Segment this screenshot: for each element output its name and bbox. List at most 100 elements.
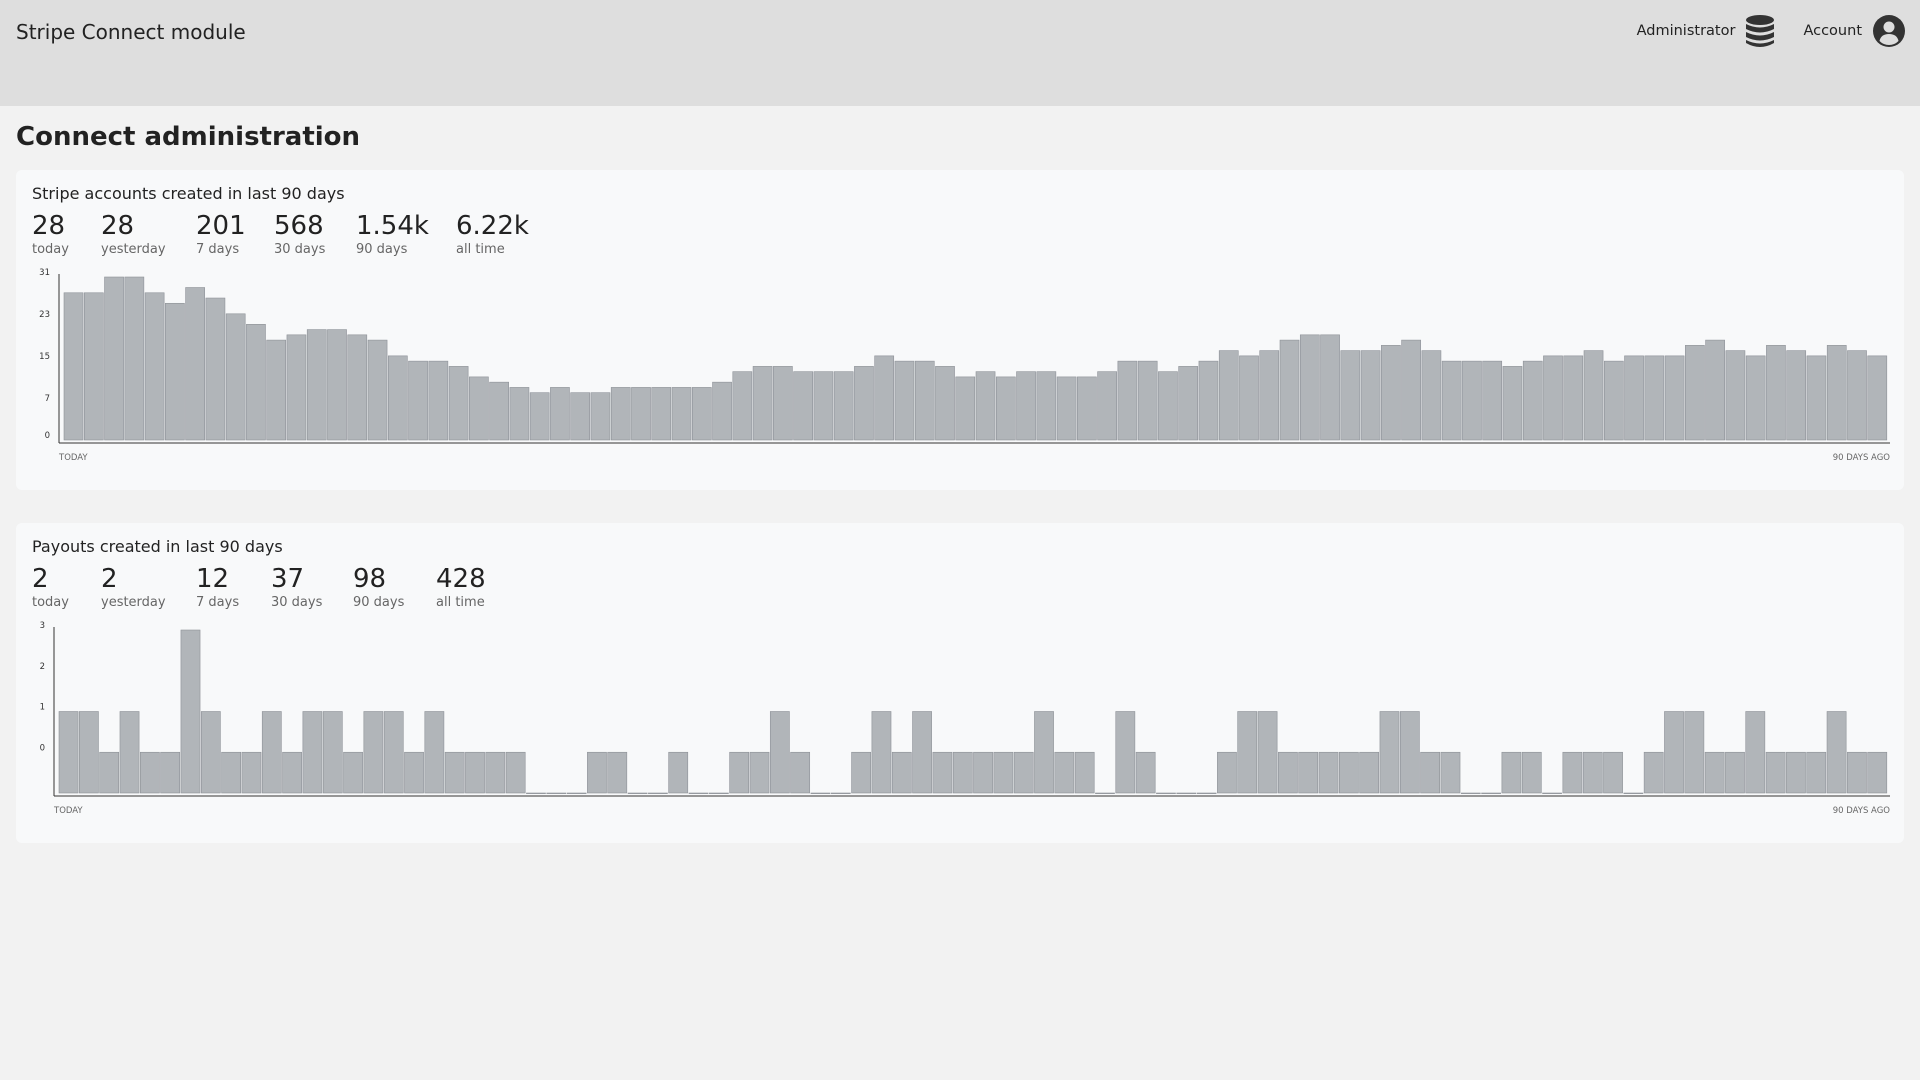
chart-bar bbox=[1399, 711, 1420, 794]
chart-bar bbox=[671, 387, 692, 441]
chart-bar bbox=[322, 711, 343, 794]
chart-bar bbox=[261, 711, 282, 794]
chart-bar bbox=[58, 711, 79, 794]
chart-bar bbox=[124, 276, 145, 441]
chart-bar bbox=[691, 387, 712, 441]
chart-bar bbox=[935, 366, 955, 441]
chart-bar bbox=[83, 292, 104, 441]
chart-bar bbox=[363, 711, 384, 794]
chart-bar bbox=[1482, 360, 1503, 441]
chart-bar bbox=[144, 292, 165, 441]
chart-bar bbox=[732, 371, 753, 441]
chart-bar bbox=[1176, 792, 1197, 794]
chart-bar bbox=[1562, 751, 1583, 794]
chart-bar bbox=[1704, 751, 1725, 794]
chart-bar bbox=[1278, 751, 1298, 794]
chart-bar bbox=[302, 711, 323, 794]
chart-bar bbox=[1137, 360, 1158, 441]
chart-bar bbox=[404, 751, 424, 794]
chart-bar bbox=[1158, 371, 1178, 441]
top-right-menu: Administrator Account bbox=[1637, 14, 1906, 48]
chart-bar bbox=[773, 366, 793, 441]
chart-bar bbox=[485, 751, 506, 794]
chart-bar bbox=[286, 334, 307, 441]
chart-bar bbox=[1196, 792, 1217, 794]
chart-bar bbox=[383, 711, 404, 794]
user-circle-icon bbox=[1873, 15, 1905, 47]
chart-bar bbox=[1440, 751, 1461, 794]
chart-bar bbox=[975, 371, 996, 441]
chart-bar bbox=[550, 387, 570, 441]
chart-bar bbox=[1462, 360, 1482, 441]
chart-bar bbox=[1178, 366, 1199, 441]
chart-bar bbox=[1725, 350, 1746, 441]
chart-bar bbox=[1013, 751, 1034, 794]
chart-bar bbox=[1847, 751, 1867, 794]
chart-bar bbox=[1643, 751, 1664, 794]
administrator-link[interactable]: Administrator bbox=[1637, 14, 1776, 48]
chart-bar bbox=[282, 751, 302, 794]
chart-bar bbox=[894, 360, 915, 441]
chart-bar bbox=[387, 355, 408, 441]
app-title: Stripe Connect module bbox=[16, 20, 246, 44]
y-tick-label: 7 bbox=[45, 394, 50, 404]
chart-bar bbox=[1745, 355, 1766, 441]
chart-bar bbox=[119, 711, 140, 794]
chart-bar bbox=[749, 751, 770, 794]
y-tick-label: 1 bbox=[40, 703, 45, 713]
payouts-card: Payouts created in last 90 days 2 today 2… bbox=[16, 523, 1904, 843]
chart-bar bbox=[1867, 751, 1888, 794]
chart-bar bbox=[1786, 751, 1806, 794]
account-link[interactable]: Account bbox=[1803, 14, 1906, 48]
chart-bar bbox=[1135, 751, 1156, 794]
chart-bar bbox=[347, 334, 368, 441]
chart-bar bbox=[668, 751, 689, 794]
y-tick-label: 0 bbox=[40, 743, 45, 753]
chart-bar bbox=[793, 371, 813, 441]
chart-bar bbox=[408, 360, 428, 441]
chart-bar bbox=[546, 792, 567, 794]
y-tick-label: 3 bbox=[40, 621, 45, 631]
database-icon bbox=[1746, 15, 1775, 47]
chart-bar bbox=[1016, 371, 1036, 441]
chart-bar bbox=[266, 339, 287, 441]
chart-bar bbox=[1583, 350, 1604, 441]
chart-bar bbox=[505, 751, 526, 794]
chart-bar bbox=[1257, 711, 1278, 794]
x-end-label: 90 DAYS AGO bbox=[1833, 453, 1891, 463]
chart-bar bbox=[651, 387, 672, 441]
chart-bar bbox=[99, 751, 120, 794]
chart-bar bbox=[1582, 751, 1603, 794]
chart-bar bbox=[1725, 751, 1745, 794]
chart-bar bbox=[1339, 751, 1359, 794]
chart-bar bbox=[1198, 360, 1219, 441]
chart-bar bbox=[444, 751, 465, 794]
chart-bar bbox=[769, 711, 790, 794]
x-end-label: 90 DAYS AGO bbox=[1833, 806, 1891, 816]
chart-bar bbox=[1360, 350, 1381, 441]
chart-bar bbox=[1502, 366, 1523, 441]
x-start-label: TODAY bbox=[53, 806, 83, 816]
chart-bar bbox=[1664, 355, 1685, 441]
chart-bar bbox=[851, 751, 871, 794]
chart-bar bbox=[1441, 360, 1462, 441]
chart-bar bbox=[327, 329, 347, 441]
chart-bar bbox=[1847, 350, 1867, 441]
chart-bar bbox=[367, 339, 388, 441]
chart-bar bbox=[1543, 355, 1563, 441]
chart-bar bbox=[1056, 376, 1077, 441]
chart-bar bbox=[1563, 355, 1584, 441]
chart-bar bbox=[1077, 376, 1097, 441]
chart-bar bbox=[570, 392, 591, 441]
chart-bar bbox=[1603, 751, 1623, 794]
chart-bar bbox=[1420, 751, 1441, 794]
chart-bar bbox=[1664, 711, 1684, 794]
chart-bar bbox=[610, 387, 631, 441]
y-tick-label: 2 bbox=[40, 662, 45, 672]
chart-bar bbox=[871, 711, 892, 794]
chart-bar bbox=[1765, 751, 1786, 794]
chart-bar bbox=[205, 297, 226, 441]
chart-bar bbox=[1460, 792, 1481, 794]
chart-bar bbox=[1259, 350, 1280, 441]
chart-bar bbox=[1298, 751, 1319, 794]
